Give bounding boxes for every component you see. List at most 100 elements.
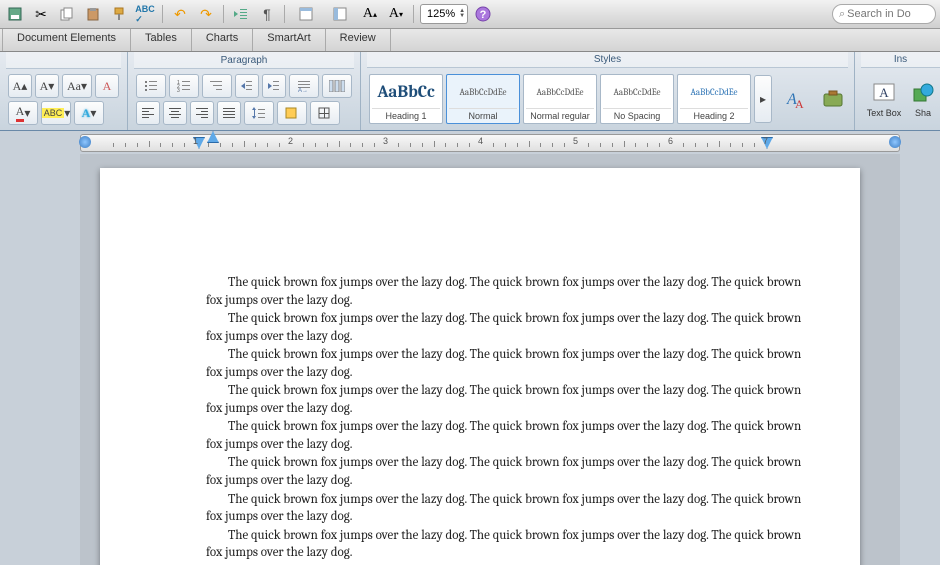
paste-icon[interactable] xyxy=(82,3,104,25)
multilevel-list-button[interactable] xyxy=(202,74,232,98)
style-normal[interactable]: AaBbCcDdEeNormal xyxy=(446,74,520,124)
ruler-number: 3 xyxy=(383,136,388,146)
paragraph[interactable]: The quick brown fox jumps over the lazy … xyxy=(206,274,820,309)
format-painter-icon[interactable] xyxy=(108,3,130,25)
document-viewport: The quick brown fox jumps over the lazy … xyxy=(80,154,900,565)
shape-label: Sha xyxy=(915,108,931,118)
sidebar-icon[interactable] xyxy=(325,2,355,26)
text-direction-button[interactable]: A→ xyxy=(289,74,319,98)
increase-font-icon[interactable]: A▴ xyxy=(359,3,381,25)
ruler-right-margin-icon[interactable] xyxy=(889,136,901,148)
style-no-spacing[interactable]: AaBbCcDdEeNo Spacing xyxy=(600,74,674,124)
numbering-button[interactable]: 123 xyxy=(169,74,199,98)
ribbon: A▴ A▾ Aa▾ A A▾ ABC▾ A▾ Paragraph 123 xyxy=(0,52,940,131)
undo-icon[interactable]: ↶ xyxy=(169,3,191,25)
align-center-button[interactable] xyxy=(163,101,187,125)
paragraph[interactable]: The quick brown fox jumps over the lazy … xyxy=(206,491,820,526)
svg-text:?: ? xyxy=(480,9,487,21)
style-preview: AaBbCcDdEe xyxy=(459,77,506,108)
tab-review[interactable]: Review xyxy=(326,29,391,51)
hanging-indent-marker-icon[interactable] xyxy=(207,131,219,143)
insert-group-header: Ins xyxy=(861,52,940,68)
style-normal-regular[interactable]: AaBbCcDdEeNormal regular xyxy=(523,74,597,124)
main-toolbar: ✂ ABC✓ ↶ ↷ ¶ A▴ A▾ 125% ▲▼ ? ⌕ xyxy=(0,0,940,29)
show-formatting-icon[interactable]: ¶ xyxy=(256,3,278,25)
align-right-button[interactable] xyxy=(190,101,214,125)
zoom-control[interactable]: 125% ▲▼ xyxy=(420,4,468,24)
textbox-label: Text Box xyxy=(867,108,902,118)
ruler-number: 5 xyxy=(573,136,578,146)
save-icon[interactable] xyxy=(4,3,26,25)
style-preview: AaBbCcDdEe xyxy=(613,77,660,108)
styles-more-button[interactable]: ▸ xyxy=(754,75,772,123)
shading-button[interactable] xyxy=(277,101,307,125)
styles-group-header: Styles xyxy=(367,52,848,68)
change-case-button[interactable]: Aa▾ xyxy=(62,74,92,98)
toolbox-icon[interactable] xyxy=(820,86,846,112)
justify-button[interactable] xyxy=(217,101,241,125)
svg-text:3: 3 xyxy=(177,88,180,92)
ruler-number: 7 xyxy=(763,136,768,146)
textbox-button[interactable]: A Text Box xyxy=(863,71,905,127)
bullets-button[interactable] xyxy=(136,74,166,98)
style-name-label: Normal xyxy=(449,108,517,121)
zoom-stepper-icon[interactable]: ▲▼ xyxy=(459,9,465,19)
svg-text:A→: A→ xyxy=(298,88,308,92)
copy-icon[interactable] xyxy=(56,3,78,25)
svg-text:A: A xyxy=(879,85,889,100)
columns-button[interactable] xyxy=(322,74,352,98)
search-box[interactable]: ⌕ xyxy=(832,4,936,24)
clear-formatting-button[interactable]: A xyxy=(95,74,119,98)
increase-indent-button[interactable] xyxy=(262,74,286,98)
ruler-area: 1 2 3 4 5 6 7 xyxy=(0,131,940,155)
ribbon-tabs: Document Elements Tables Charts SmartArt… xyxy=(0,29,940,52)
page-content[interactable]: The quick brown fox jumps over the lazy … xyxy=(100,168,860,565)
paragraph[interactable]: The quick brown fox jumps over the lazy … xyxy=(206,418,820,453)
style-heading-2[interactable]: AaBbCcDdEeHeading 2 xyxy=(677,74,751,124)
decrease-indent-icon[interactable] xyxy=(230,3,252,25)
style-preview: AaBbCcDdEe xyxy=(690,77,737,108)
style-preview: AaBbCc xyxy=(377,77,434,108)
ruler-number: 1 xyxy=(193,136,198,146)
tab-tables[interactable]: Tables xyxy=(131,29,192,51)
spellcheck-icon[interactable]: ABC✓ xyxy=(134,3,156,25)
highlight-button[interactable]: ABC▾ xyxy=(41,101,71,125)
redo-icon[interactable]: ↷ xyxy=(195,3,217,25)
line-spacing-button[interactable] xyxy=(244,101,274,125)
style-name-label: Normal regular xyxy=(526,108,594,121)
ruler-number: 4 xyxy=(478,136,483,146)
styles-pane-button[interactable]: AA xyxy=(775,71,817,127)
decrease-font-icon[interactable]: A▾ xyxy=(385,3,407,25)
align-left-button[interactable] xyxy=(136,101,160,125)
shape-button[interactable]: Sha xyxy=(908,71,938,127)
font-color-button[interactable]: A▾ xyxy=(8,101,38,125)
borders-button[interactable] xyxy=(310,101,340,125)
ruler-left-margin-icon[interactable] xyxy=(79,136,91,148)
paragraph-group-header: Paragraph xyxy=(134,52,354,69)
ruler-number: 6 xyxy=(668,136,673,146)
paragraph[interactable]: The quick brown fox jumps over the lazy … xyxy=(206,454,820,489)
tab-charts[interactable]: Charts xyxy=(192,29,253,51)
document-page[interactable]: The quick brown fox jumps over the lazy … xyxy=(100,168,860,565)
paragraph[interactable]: The quick brown fox jumps over the lazy … xyxy=(206,310,820,345)
text-effects-button[interactable]: A▾ xyxy=(74,101,104,125)
layout-icon[interactable] xyxy=(291,2,321,26)
style-name-label: No Spacing xyxy=(603,108,671,121)
ruler-number: 2 xyxy=(288,136,293,146)
style-name-label: Heading 1 xyxy=(372,108,440,121)
cut-icon[interactable]: ✂ xyxy=(30,3,52,25)
help-icon[interactable]: ? xyxy=(472,3,494,25)
search-input[interactable] xyxy=(845,7,919,21)
tab-document-elements[interactable]: Document Elements xyxy=(2,29,131,51)
svg-text:A: A xyxy=(795,97,804,110)
zoom-value: 125% xyxy=(423,8,459,20)
paragraph[interactable]: The quick brown fox jumps over the lazy … xyxy=(206,346,820,381)
shrink-font-button[interactable]: A▾ xyxy=(35,74,59,98)
grow-font-button[interactable]: A▴ xyxy=(8,74,32,98)
paragraph[interactable]: The quick brown fox jumps over the lazy … xyxy=(206,382,820,417)
horizontal-ruler[interactable]: 1 2 3 4 5 6 7 xyxy=(80,134,900,152)
style-heading-1[interactable]: AaBbCcHeading 1 xyxy=(369,74,443,124)
decrease-indent-button[interactable] xyxy=(235,74,259,98)
paragraph[interactable]: The quick brown fox jumps over the lazy … xyxy=(206,527,820,562)
tab-smartart[interactable]: SmartArt xyxy=(253,29,325,51)
